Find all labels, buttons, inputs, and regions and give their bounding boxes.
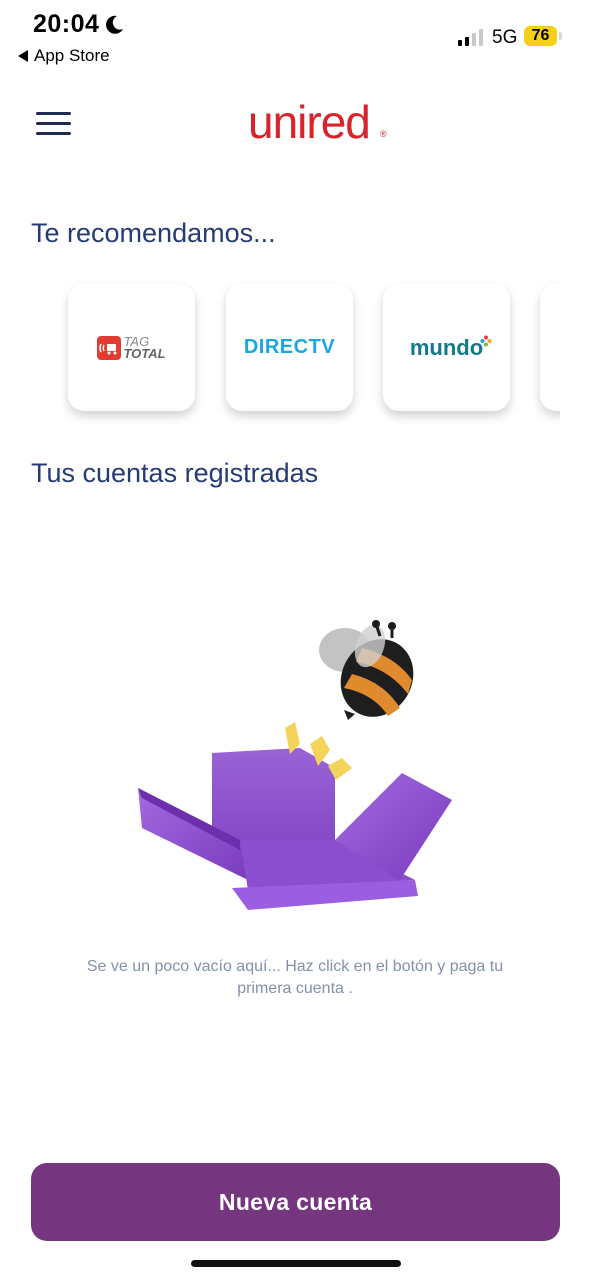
back-label: App Store (34, 46, 110, 65)
recommendation-card-partial[interactable] (540, 284, 560, 411)
recommendation-card-directv[interactable]: DIRECTV (226, 284, 353, 411)
mundo-logo: mundo (409, 334, 492, 361)
recommendation-card-mundo[interactable]: mundo (383, 284, 510, 411)
moon-icon (106, 15, 123, 34)
recommendations-title: Te recomendamos... (31, 218, 276, 248)
menu-line-icon (36, 132, 71, 135)
home-indicator[interactable] (191, 1260, 401, 1267)
accounts-title: Tus cuentas registradas (31, 458, 319, 488)
menu-line-icon (36, 112, 71, 115)
mundo-logo-text: mundo (409, 334, 484, 360)
battery-tip (559, 32, 562, 40)
registered-mark: ® (380, 129, 387, 139)
back-to-app-store[interactable]: App Store (18, 46, 110, 66)
signal-strength-icon (458, 28, 483, 46)
recommendation-card-tag-total[interactable]: TAG TOTAL (68, 284, 195, 411)
directv-logo: DIRECTV (243, 336, 336, 358)
unired-logo: unired (248, 96, 371, 148)
hamburger-menu-button[interactable] (36, 108, 72, 136)
empty-state-message: Se ve un poco vacío aquí... Haz click en… (86, 958, 504, 997)
new-account-button[interactable]: Nueva cuenta (31, 1163, 560, 1241)
battery-icon: 76 (524, 26, 557, 46)
empty-box-bee-illustration (138, 620, 452, 910)
tag-text-line2: TOTAL (123, 345, 166, 361)
tag-truck-icon (97, 335, 122, 360)
recommendations-carousel[interactable]: TAG TOTAL DIRECTV mundo (60, 276, 560, 426)
tag-total-logo: TAG TOTAL (97, 335, 166, 361)
menu-line-icon (36, 122, 71, 125)
back-arrow-icon (18, 50, 28, 62)
status-time: 20:04 (33, 10, 100, 38)
mundo-dots-icon (480, 335, 492, 346)
network-type: 5G (492, 27, 518, 48)
